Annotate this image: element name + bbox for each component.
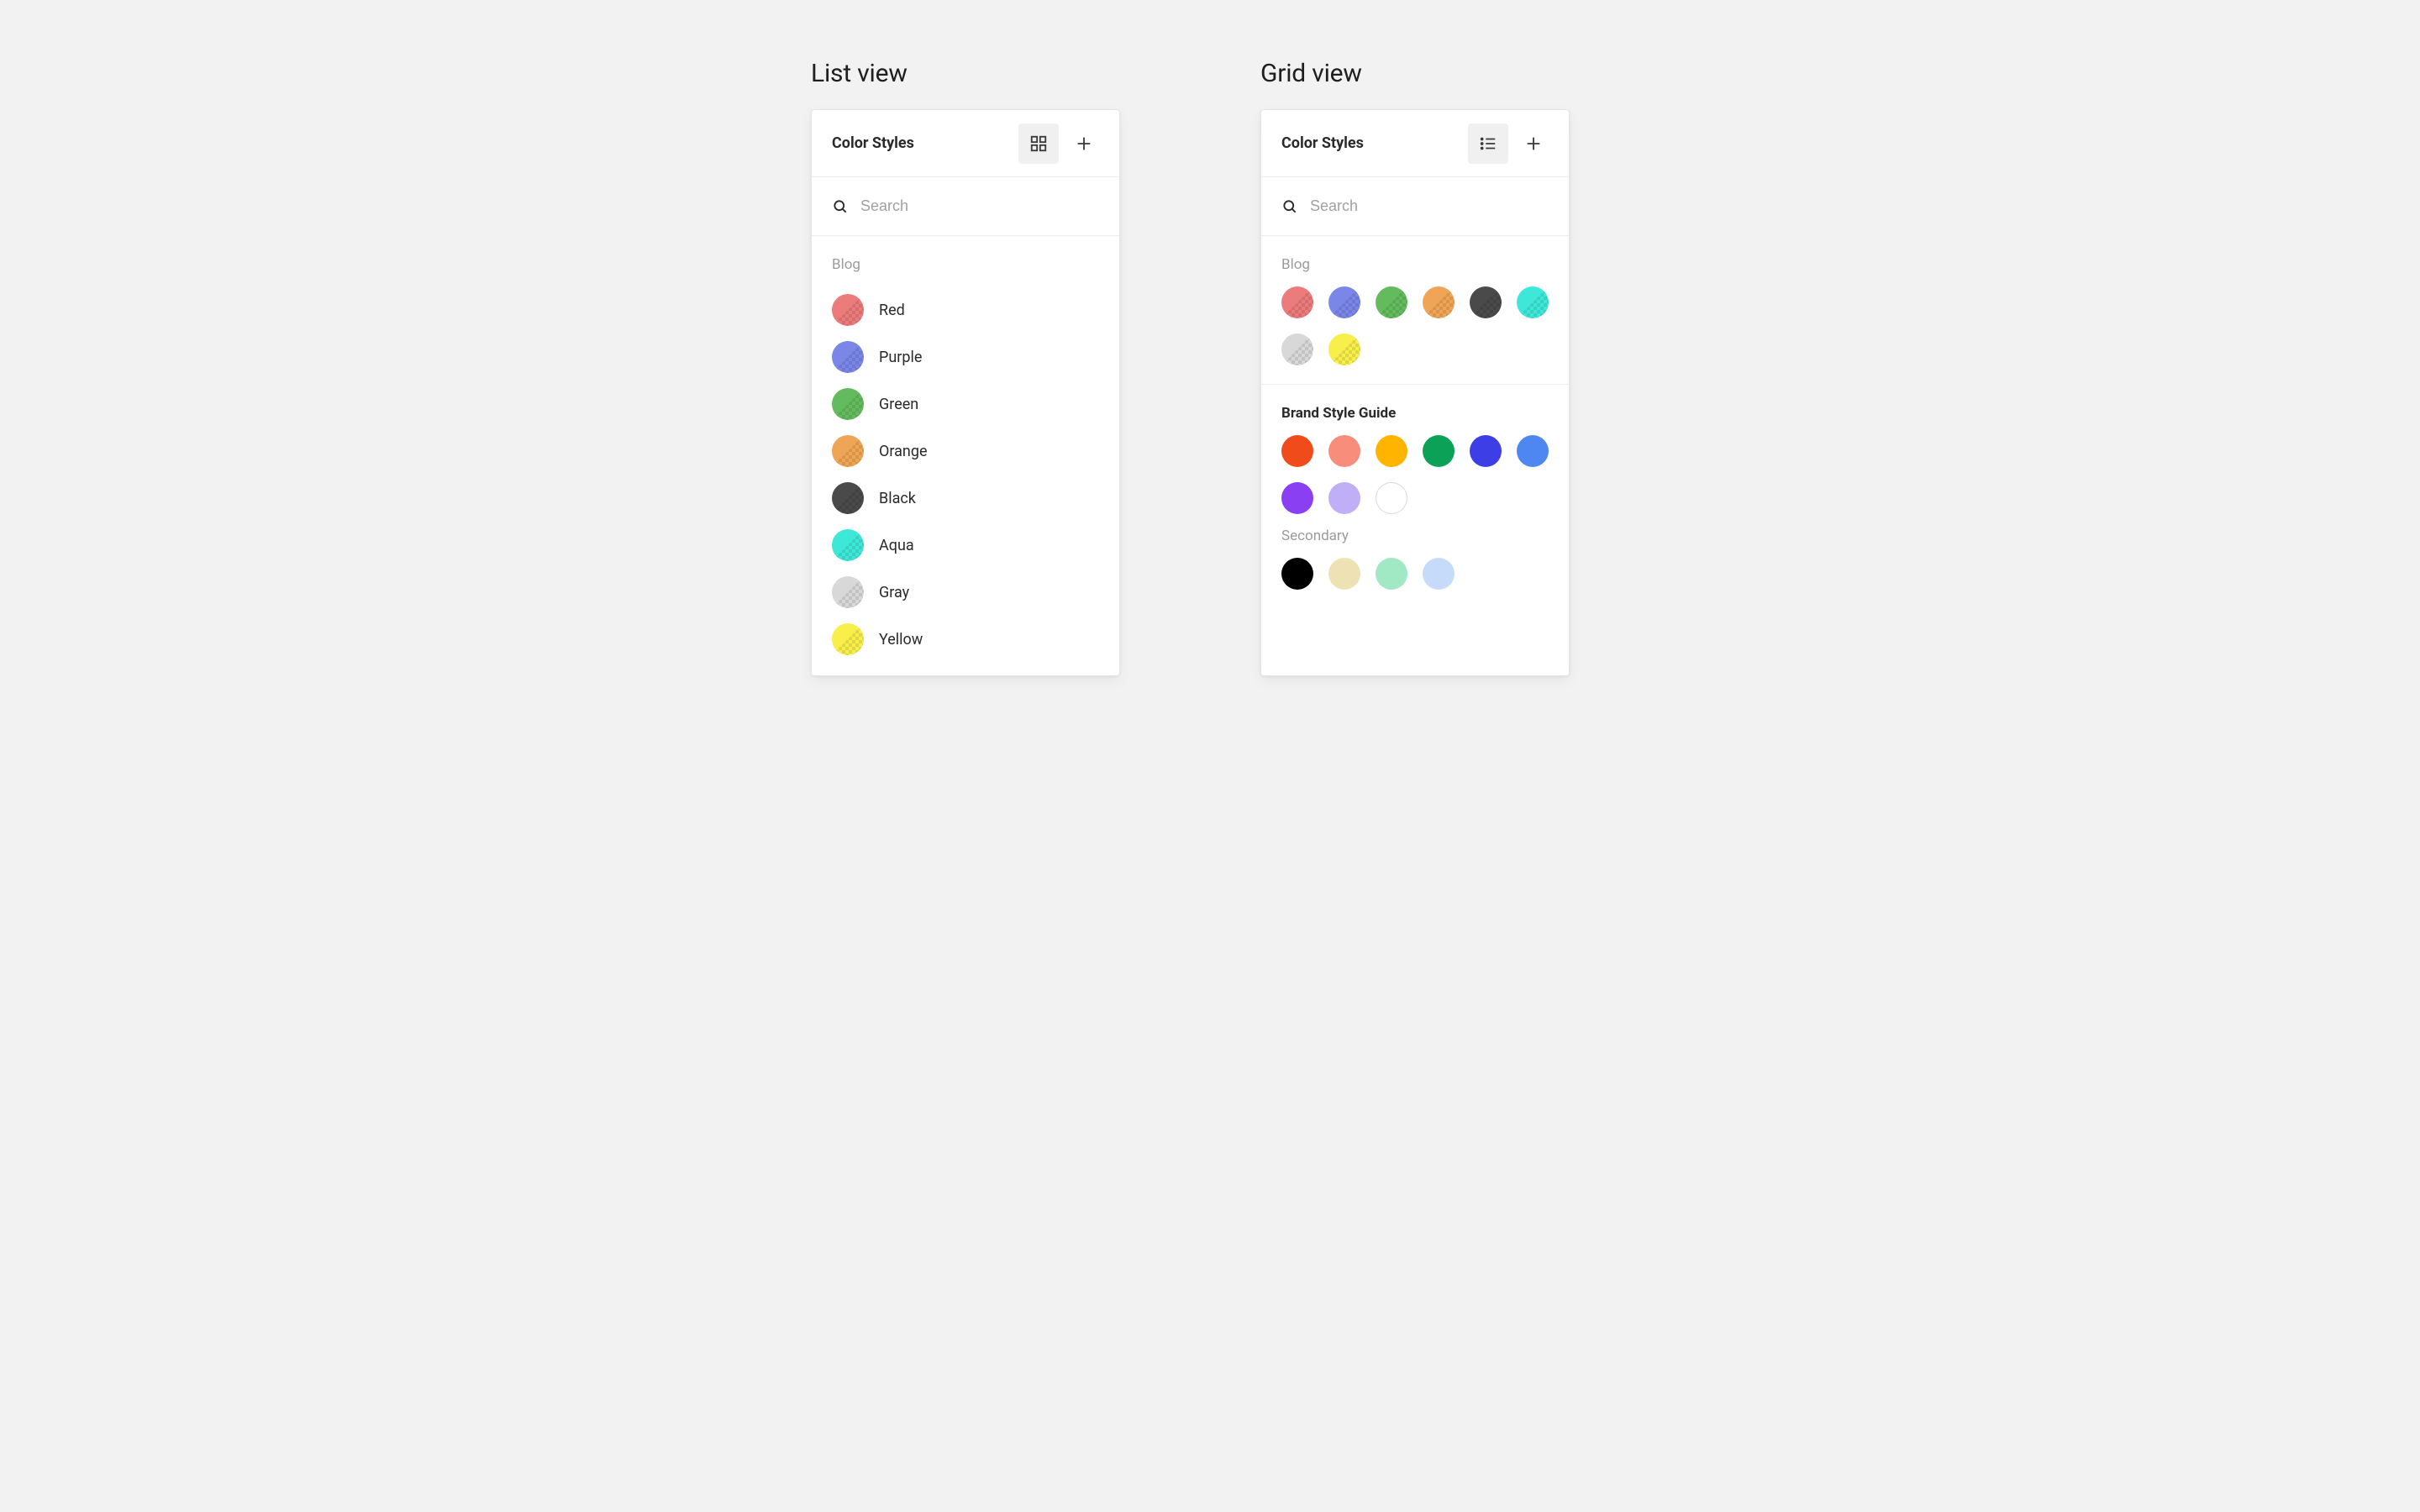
color-swatch[interactable] [1281,558,1313,590]
add-style-button[interactable] [1513,123,1554,164]
color-style-name: Gray [879,584,909,601]
swatch-grid [1281,286,1549,365]
color-swatch [832,576,864,608]
grid-icon [1029,134,1048,153]
color-style-row[interactable]: Gray [832,569,1099,616]
color-swatch[interactable] [1517,286,1549,318]
color-style-row[interactable]: Green [832,381,1099,428]
color-style-row[interactable]: Purple [832,333,1099,381]
swatch-grid [1281,558,1549,590]
color-swatch [832,341,864,373]
color-swatch[interactable] [1423,558,1455,590]
panel-header: Color Styles [812,110,1119,177]
color-swatch[interactable] [1281,286,1313,318]
style-group: Blog Red Purple Green Orange Black Aqua Gray Yel… [812,236,1119,673]
style-group: Brand Style Guide Secondary [1261,385,1569,608]
search-row [812,177,1119,236]
swatch-grid [1281,435,1549,514]
color-style-name: Aqua [879,537,914,554]
color-style-name: Black [879,490,916,507]
color-swatch[interactable] [1376,482,1407,514]
group-label: Brand Style Guide [1281,405,1549,422]
color-swatch[interactable] [1517,435,1549,467]
color-swatch[interactable] [1328,558,1360,590]
panel-title: Color Styles [832,134,1018,152]
color-swatch[interactable] [1376,435,1407,467]
group-label: Blog [1281,256,1549,273]
group-label: Blog [832,256,1099,273]
color-swatch [832,529,864,561]
color-style-row[interactable]: Orange [832,428,1099,475]
color-swatch [832,482,864,514]
color-swatch [832,623,864,655]
color-style-row[interactable]: Black [832,475,1099,522]
color-style-name: Red [879,302,905,319]
color-swatch[interactable] [1328,482,1360,514]
color-swatch [832,435,864,467]
color-swatch[interactable] [1281,482,1313,514]
color-style-row[interactable]: Aqua [832,522,1099,569]
color-style-name: Orange [879,443,928,460]
color-swatch[interactable] [1423,286,1455,318]
color-swatch[interactable] [1470,435,1502,467]
search-input[interactable] [1310,197,1549,215]
color-style-name: Yellow [879,631,923,648]
panel-title: Color Styles [1281,134,1468,152]
color-swatch[interactable] [1328,286,1360,318]
color-swatch[interactable] [1281,333,1313,365]
search-icon [832,198,849,215]
search-icon [1281,198,1298,215]
plus-icon [1075,134,1093,153]
add-style-button[interactable] [1064,123,1104,164]
color-style-row[interactable]: Red [832,286,1099,333]
color-style-row[interactable]: Yellow [832,616,1099,663]
color-swatch[interactable] [1376,286,1407,318]
color-swatch[interactable] [1328,333,1360,365]
style-group: Blog [1261,236,1569,384]
color-style-name: Purple [879,349,922,366]
grid-view-heading: Grid view [1260,59,1362,88]
list-icon [1479,134,1497,153]
color-swatch [832,294,864,326]
view-toggle-list-button[interactable] [1468,123,1508,164]
color-styles-panel-grid: Color Styles BlogBrand [1260,109,1570,676]
panel-header: Color Styles [1261,110,1569,177]
view-toggle-grid-button[interactable] [1018,123,1059,164]
color-styles-panel-list: Color Styles BlogRedPurpleGreenOra [811,109,1120,676]
color-swatch [832,388,864,420]
search-row [1261,177,1569,236]
color-swatch[interactable] [1328,435,1360,467]
color-swatch[interactable] [1281,435,1313,467]
color-swatch[interactable] [1376,558,1407,590]
color-swatch[interactable] [1423,435,1455,467]
color-style-name: Green [879,396,918,413]
plus-icon [1524,134,1543,153]
search-input[interactable] [860,197,1099,215]
subgroup-label: Secondary [1281,528,1549,544]
color-swatch[interactable] [1470,286,1502,318]
list-view-heading: List view [811,59,908,88]
